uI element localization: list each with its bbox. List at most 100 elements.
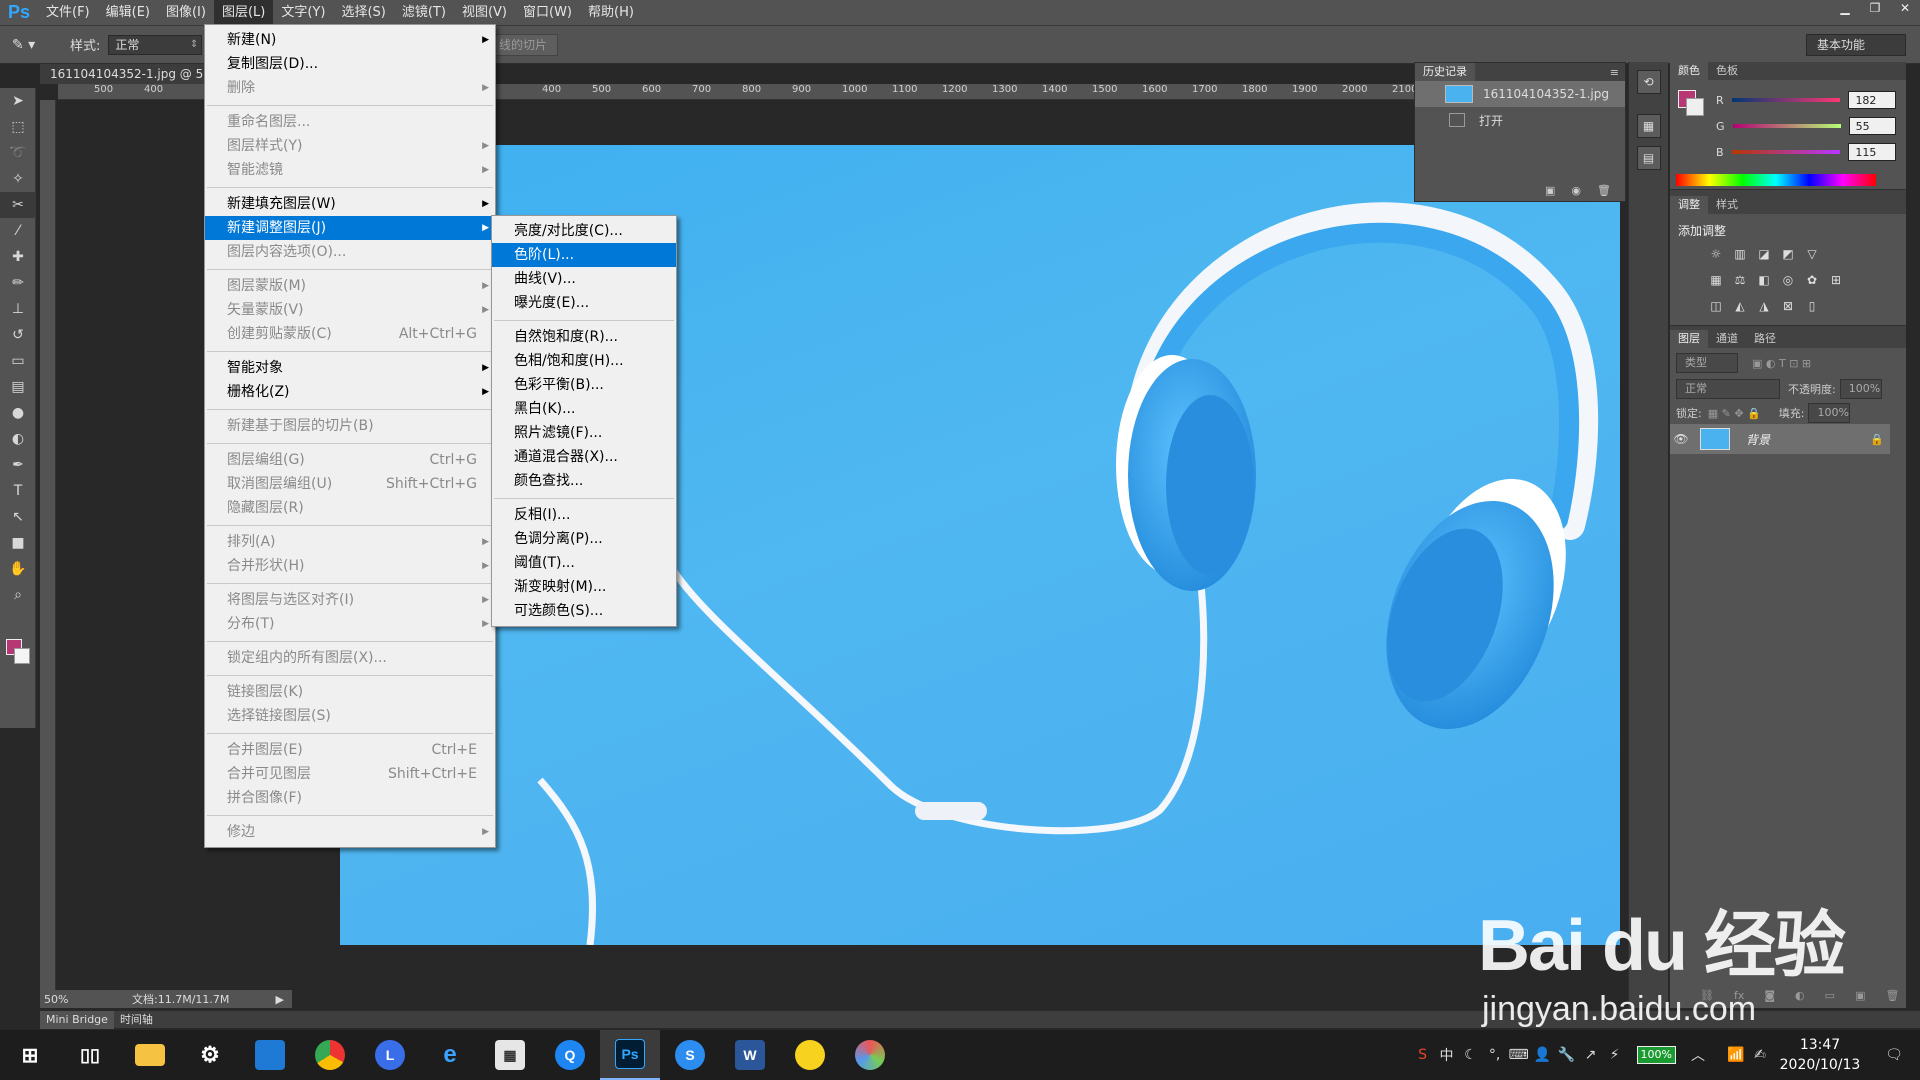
brightness-icon[interactable]: ☼: [1708, 246, 1724, 262]
chevron-up-icon[interactable]: ︿: [1686, 1045, 1710, 1065]
adjust-submenu-item[interactable]: 曲线(V)...: [492, 267, 676, 291]
minimize-icon[interactable]: ▁: [1830, 0, 1860, 18]
channel-mixer-icon[interactable]: ✿: [1804, 272, 1820, 288]
menu-help[interactable]: 帮助(H): [580, 0, 642, 26]
slice-tool-preset-icon[interactable]: ✎ ▾: [12, 33, 58, 57]
link-layers-icon[interactable]: ⛓: [1700, 989, 1714, 1002]
new-layer-icon[interactable]: ▣: [1855, 989, 1865, 1002]
menu-filter[interactable]: 滤镜(T): [394, 0, 454, 26]
history-brush-tool-icon[interactable]: ↺: [0, 322, 36, 348]
background-color-swatch[interactable]: [1686, 98, 1704, 116]
word-icon[interactable]: W: [720, 1030, 780, 1080]
status-arrow-icon[interactable]: ▶: [276, 993, 284, 1006]
settings-icon[interactable]: ⚙: [180, 1030, 240, 1080]
file-explorer-icon[interactable]: [120, 1030, 180, 1080]
tab-layers[interactable]: 图层: [1670, 330, 1708, 348]
threshold-icon[interactable]: ◮: [1756, 298, 1772, 314]
opacity-input[interactable]: 100%: [1839, 379, 1882, 399]
stamp-tool-icon[interactable]: ⊥: [0, 296, 36, 322]
adjust-submenu-item[interactable]: 亮度/对比度(C)...: [492, 219, 676, 243]
dodge-tool-icon[interactable]: ◐: [0, 426, 36, 452]
properties-dock-icon[interactable]: ▦: [1636, 114, 1661, 138]
blend-mode-select[interactable]: 正常: [1676, 379, 1780, 399]
selective-color-icon[interactable]: ▯: [1804, 298, 1820, 314]
trash-icon[interactable]: 🗑: [1597, 184, 1611, 197]
moon-icon[interactable]: ☾: [1459, 1047, 1483, 1063]
gradient-tool-icon[interactable]: ▤: [0, 374, 36, 400]
layer-name[interactable]: 背景: [1746, 431, 1870, 448]
new-document-icon[interactable]: ▣: [1545, 184, 1555, 197]
menu-edit[interactable]: 编辑(E): [98, 0, 158, 26]
menu-select[interactable]: 选择(S): [333, 0, 393, 26]
ime-mode[interactable]: 中: [1435, 1045, 1459, 1065]
layer-menu-item[interactable]: 复制图层(D)...: [205, 52, 495, 76]
gradient-map-icon[interactable]: ⊠: [1780, 298, 1796, 314]
visibility-eye-icon[interactable]: 👁: [1670, 432, 1692, 446]
red-slider[interactable]: R 182: [1716, 90, 1896, 110]
slices-from-guides-button[interactable]: 线的切片: [488, 34, 558, 56]
camera-icon[interactable]: ◉: [1571, 184, 1581, 197]
add-mask-icon[interactable]: ◙: [1764, 989, 1775, 1002]
move-tool-icon[interactable]: ➤: [0, 88, 36, 114]
keyboard-icon[interactable]: ⌨: [1507, 1047, 1531, 1063]
document-tab[interactable]: 161104104352-1.jpg @ 50%: [40, 64, 208, 84]
new-adjustment-icon[interactable]: ◐: [1795, 989, 1805, 1002]
layer-row-background[interactable]: 👁 背景 🔒: [1670, 424, 1890, 454]
new-group-icon[interactable]: ▭: [1825, 989, 1835, 1002]
store-icon[interactable]: ▦: [480, 1030, 540, 1080]
qq-browser-icon[interactable]: Q: [540, 1030, 600, 1080]
tab-mini-bridge[interactable]: Mini Bridge: [40, 1010, 114, 1029]
path-select-tool-icon[interactable]: ↖: [0, 504, 36, 530]
close-icon[interactable]: ✕: [1890, 0, 1920, 18]
tab-paths[interactable]: 路径: [1746, 330, 1784, 348]
adjust-submenu-item[interactable]: 反相(I)...: [492, 503, 676, 527]
green-track[interactable]: [1732, 124, 1841, 128]
red-track[interactable]: [1731, 98, 1841, 102]
tab-swatches[interactable]: 色板: [1708, 62, 1746, 80]
hue-saturation-icon[interactable]: ▦: [1708, 272, 1724, 288]
photo-filter-icon[interactable]: ◎: [1780, 272, 1796, 288]
fill-input[interactable]: 100%: [1808, 403, 1851, 423]
blue-track[interactable]: [1731, 150, 1841, 154]
hand-tool-icon[interactable]: ✋: [0, 556, 36, 582]
marquee-tool-icon[interactable]: ⬚: [0, 114, 36, 140]
pen-tool-icon[interactable]: ✒: [0, 452, 36, 478]
chrome-icon[interactable]: [300, 1030, 360, 1080]
task-view-icon[interactable]: ▯▯: [60, 1030, 120, 1080]
black-white-icon[interactable]: ◧: [1756, 272, 1772, 288]
start-icon[interactable]: ⊞: [0, 1030, 60, 1080]
adjust-submenu-item[interactable]: 曝光度(E)...: [492, 291, 676, 315]
healing-tool-icon[interactable]: ✚: [0, 244, 36, 270]
adjust-submenu-item[interactable]: 可选颜色(S)...: [492, 599, 676, 623]
eyedropper-tool-icon[interactable]: ⁄: [0, 218, 36, 244]
history-snapshot[interactable]: 161104104352-1.jpg: [1415, 81, 1625, 107]
type-tool-icon[interactable]: T: [0, 478, 36, 504]
app-green-icon[interactable]: [780, 1030, 840, 1080]
layer-filter-select[interactable]: 类型: [1676, 353, 1738, 373]
brush-tool-icon[interactable]: ✏: [0, 270, 36, 296]
app-circle-icon[interactable]: [840, 1030, 900, 1080]
posterize-icon[interactable]: ◭: [1732, 298, 1748, 314]
restore-icon[interactable]: ❐: [1860, 0, 1890, 18]
exposure-icon[interactable]: ◩: [1780, 246, 1796, 262]
menu-layer[interactable]: 图层(L): [213, 0, 274, 26]
menu-view[interactable]: 视图(V): [454, 0, 515, 26]
blue-value[interactable]: 115: [1848, 143, 1896, 161]
red-value[interactable]: 182: [1848, 91, 1896, 109]
menu-type[interactable]: 文字(Y): [273, 0, 333, 26]
lock-icons[interactable]: ▦ ✎ ✥ 🔒: [1708, 407, 1761, 420]
green-slider[interactable]: G 55: [1716, 116, 1896, 136]
zoom-level[interactable]: 50%: [40, 993, 92, 1006]
photoshop-icon[interactable]: Ps: [600, 1030, 660, 1080]
color-lookup-icon[interactable]: ⊞: [1828, 272, 1844, 288]
adjust-submenu-item[interactable]: 色相/饱和度(H)...: [492, 349, 676, 373]
color-spectrum-ramp[interactable]: [1676, 174, 1876, 186]
rectangle-tool-icon[interactable]: ■: [0, 530, 36, 556]
layer-menu-item[interactable]: 新建填充图层(W) ▶: [205, 192, 495, 216]
pen-icon[interactable]: ✍: [1748, 1047, 1772, 1063]
photos-icon[interactable]: [240, 1030, 300, 1080]
vibrance-icon[interactable]: ▽: [1804, 246, 1820, 262]
wifi-icon[interactable]: 📶: [1724, 1047, 1748, 1063]
quick-select-tool-icon[interactable]: ✧: [0, 166, 36, 192]
invert-icon[interactable]: ◫: [1708, 298, 1724, 314]
